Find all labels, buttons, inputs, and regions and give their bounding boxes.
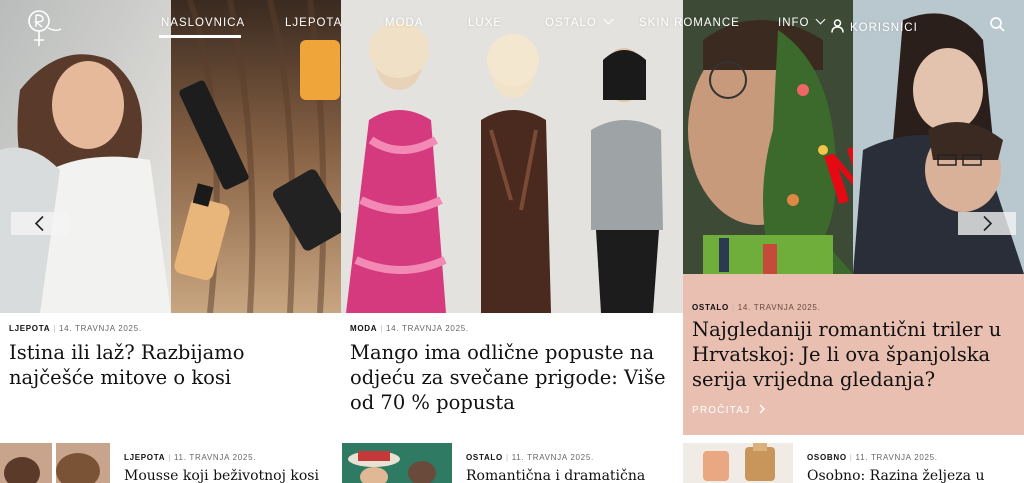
article-category[interactable]: OSTALO — [466, 453, 503, 462]
article-title[interactable]: Osobno: Razina željeza u — [807, 468, 985, 483]
article-meta: OSTALO | 14. TRAVNJA 2025. — [692, 303, 821, 312]
nav-item-info[interactable]: INFO — [778, 14, 826, 29]
nav-item-naslovnica[interactable]: NASLOVNICA — [161, 17, 245, 29]
article-date: 14. TRAVNJA 2025. — [58, 324, 142, 333]
hero-carousel: LJEPOTA | 14. TRAVNJA 2025. Istina ili laž… — [0, 0, 1024, 435]
nav-item-ljepota[interactable]: LJEPOTA — [285, 17, 342, 29]
nav-item-luxe[interactable]: LUXE — [468, 17, 502, 29]
article-meta: OSTALO | 11. TRAVNJA 2025. — [466, 453, 594, 462]
article-title[interactable]: Romantična i dramatična — [466, 468, 645, 483]
article-category[interactable]: MODA — [350, 324, 377, 333]
nav-item-label: KORISNICI — [850, 22, 918, 34]
carousel-next-button[interactable] — [958, 212, 1016, 235]
article-thumbnail[interactable] — [342, 443, 452, 483]
article-title[interactable]: Mousse koji beživotnoj kosi — [124, 468, 319, 483]
nav-item-label: OSTALO — [545, 17, 597, 29]
article-category[interactable]: LJEPOTA — [9, 324, 50, 333]
article-date: 14. TRAVNJA 2025. — [737, 303, 821, 312]
nav-item-skin-romance[interactable]: SKIN ROMANCE — [639, 17, 740, 29]
carousel-prev-button[interactable] — [11, 212, 69, 235]
article-date: 11. TRAVNJA 2025. — [173, 453, 257, 462]
article-date: 11. TRAVNJA 2025. — [855, 453, 938, 462]
article-category[interactable]: OSTALO — [692, 303, 729, 312]
article-title[interactable]: Mango ima odlične popuste na odjeću za s… — [350, 340, 670, 415]
article-meta: OSOBNO | 11. TRAVNJA 2025. — [807, 453, 938, 462]
read-more-label: PROČITAJ — [692, 405, 751, 416]
article-meta: MODA | 14. TRAVNJA 2025. — [350, 324, 469, 333]
nav-item-label: INFO — [778, 17, 810, 29]
article-category[interactable]: LJEPOTA — [124, 453, 165, 462]
user-icon — [831, 19, 844, 33]
article-meta: LJEPOTA | 11. TRAVNJA 2025. — [124, 453, 257, 462]
chevron-down-icon — [816, 14, 826, 25]
article-card[interactable]: LJEPOTA | 11. TRAVNJA 2025. Mousse koji be… — [0, 443, 340, 483]
chevron-left-icon — [34, 215, 44, 232]
article-meta: LJEPOTA | 14. TRAVNJA 2025. — [9, 324, 142, 333]
article-card[interactable]: OSOBNO | 11. TRAVNJA 2025. Osobno: Razina … — [683, 443, 1023, 483]
search-icon[interactable] — [990, 17, 1005, 37]
article-card[interactable]: OSTALO | 11. TRAVNJA 2025. Romantična i dr… — [342, 443, 682, 483]
chevron-right-icon — [983, 215, 993, 232]
nav-item-ostalo[interactable]: OSTALO — [545, 14, 614, 29]
read-more-link[interactable]: PROČITAJ — [692, 403, 766, 416]
article-date: 11. TRAVNJA 2025. — [511, 453, 594, 462]
venus-logo-icon[interactable] — [26, 8, 62, 48]
carousel-slide[interactable]: MODA | 14. TRAVNJA 2025. Mango ima odlične… — [341, 0, 683, 435]
article-title[interactable]: Najgledaniji romantični triler u Hrvatsk… — [692, 317, 1012, 392]
article-date: 14. TRAVNJA 2025. — [386, 324, 469, 333]
chevron-right-icon — [759, 404, 766, 414]
article-title[interactable]: Istina ili laž? Razbijamo najčešće mitov… — [9, 340, 329, 390]
nav-item-moda[interactable]: MODA — [385, 17, 424, 29]
article-thumbnail[interactable] — [683, 443, 793, 483]
site-header: NASLOVNICA LJEPOTA MODA LUXE OSTALO SKIN… — [0, 0, 1024, 50]
nav-item-korisnici[interactable]: KORISNICI — [831, 17, 918, 34]
chevron-down-icon — [603, 14, 614, 25]
nav-active-indicator — [159, 35, 241, 38]
article-thumbnail[interactable] — [0, 443, 110, 483]
article-category[interactable]: OSOBNO — [807, 453, 847, 462]
